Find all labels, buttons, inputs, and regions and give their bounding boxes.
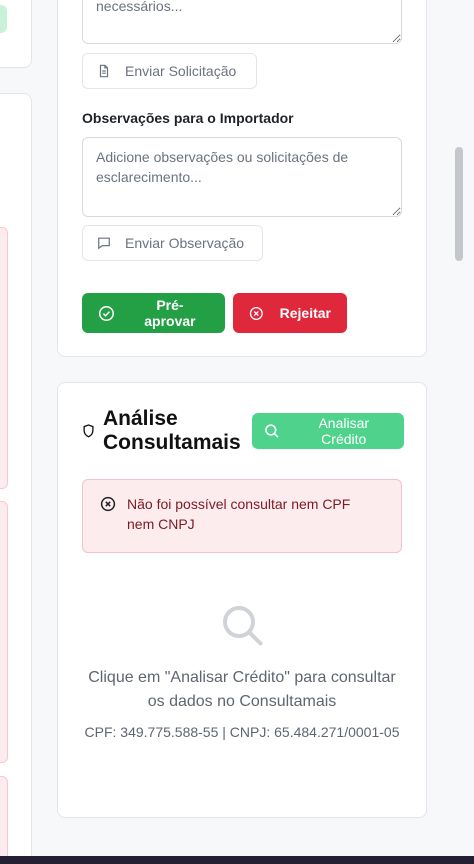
empty-state-message: Clique em "Analisar Crédito" para consul…	[88, 669, 396, 710]
x-circle-icon	[100, 496, 116, 512]
send-request-label: Enviar Solicitação	[125, 63, 237, 79]
observations-textarea[interactable]	[82, 137, 402, 217]
left-alert-panel	[0, 227, 8, 489]
reject-button[interactable]: Rejeitar	[233, 293, 347, 333]
analyze-credit-label: Analisar Crédito	[318, 415, 370, 447]
pre-approve-button[interactable]: Pré-aprovar	[82, 293, 225, 333]
send-request-button[interactable]: Enviar Solicitação	[82, 53, 257, 89]
shield-icon	[83, 424, 94, 438]
x-circle-icon	[249, 306, 263, 320]
status-chip	[0, 5, 7, 33]
scrollbar-thumb[interactable]	[455, 147, 463, 261]
analyze-credit-button[interactable]: Analisar Crédito	[252, 413, 404, 449]
file-icon	[99, 64, 109, 78]
pre-approve-label: Pré-aprovar	[144, 297, 196, 329]
observations-label: Observações para o Importador	[82, 110, 294, 126]
send-observation-label: Enviar Observação	[125, 235, 245, 251]
credit-analysis-title: Análise Consultamais	[103, 407, 241, 454]
search-icon	[223, 606, 263, 646]
page-gutter	[440, 0, 474, 856]
error-alert: Não foi possível consultar nem CPF nem C…	[82, 479, 402, 553]
document-identifiers: CPF: 349.775.588-55 | CNPJ: 65.484.271/0…	[84, 724, 400, 740]
left-column	[0, 0, 33, 864]
reject-label: Rejeitar	[279, 305, 331, 321]
left-card	[0, 0, 32, 68]
document-request-textarea[interactable]: necessários...	[82, 0, 402, 44]
error-message: Não foi possível consultar nem CPF nem C…	[127, 496, 351, 532]
send-observation-button[interactable]: Enviar Observação	[82, 225, 263, 261]
check-circle-icon	[98, 305, 114, 321]
message-icon	[98, 237, 110, 250]
search-icon	[265, 424, 279, 438]
window-bottom-bar	[0, 856, 474, 864]
left-alert-panel	[0, 776, 8, 864]
left-alert-panel	[0, 501, 8, 763]
